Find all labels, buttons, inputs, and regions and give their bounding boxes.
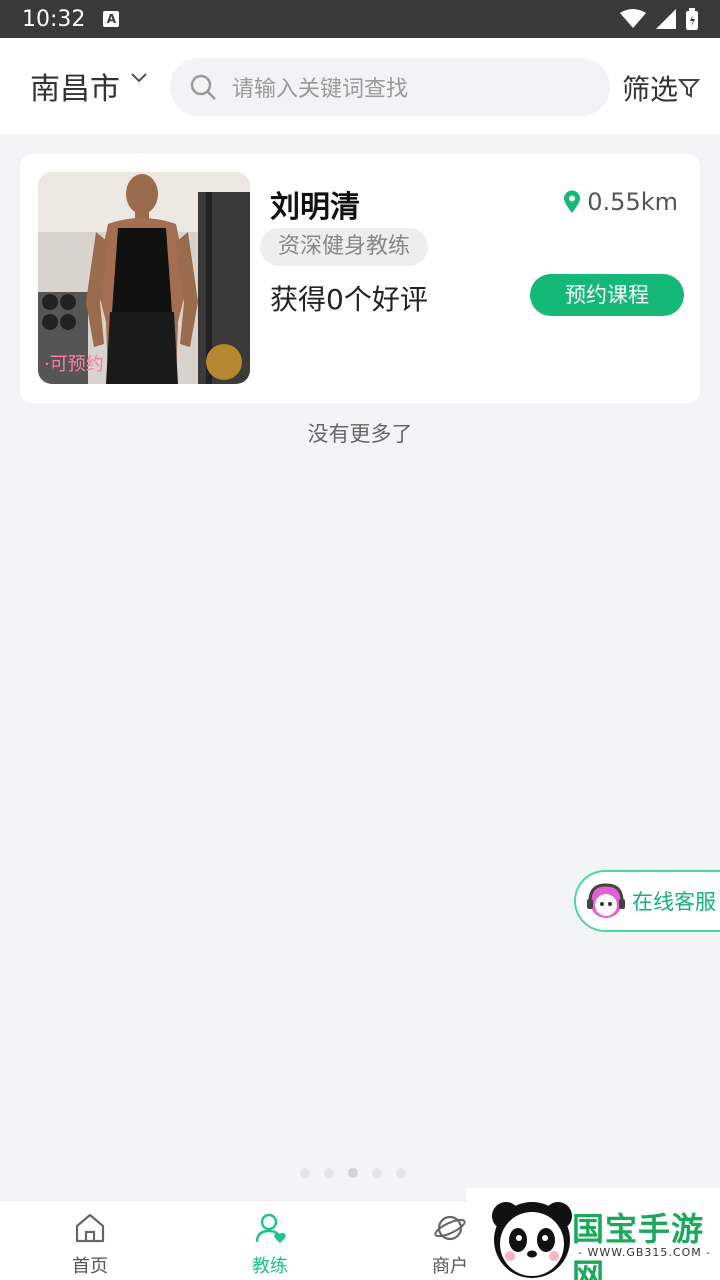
city-selector[interactable]: 南昌市 <box>30 64 148 108</box>
distance-value: 0.55km <box>587 188 678 216</box>
search-input[interactable]: 请输入关键词查找 <box>170 58 610 116</box>
coach-card[interactable]: ·可预约 刘明清 资深健身教练 获得0个好评 0.55km 预约课程 <box>20 154 700 403</box>
coach-reviews: 获得0个好评 <box>270 283 428 316</box>
planet-icon <box>434 1215 466 1241</box>
search-placeholder: 请输入关键词查找 <box>232 77 409 102</box>
filter-icon <box>678 79 701 98</box>
status-icons <box>620 8 698 30</box>
status-time: 10:32 <box>22 6 86 32</box>
status-bar: 10:32 A <box>0 0 720 38</box>
coach-name: 刘明清 <box>270 190 360 225</box>
pager-dot <box>396 1168 406 1178</box>
availability-badge: ·可预约 <box>44 354 104 375</box>
list-end-text: 没有更多了 <box>307 422 413 446</box>
watermark-url: - WWW.GB315.COM - <box>578 1246 712 1259</box>
tab-coach-label: 教练 <box>252 1256 288 1277</box>
home-icon <box>75 1213 105 1243</box>
city-label: 南昌市 <box>30 72 120 107</box>
battery-icon <box>686 8 698 30</box>
coach-photo: ·可预约 <box>38 172 250 384</box>
coach-distance: 0.55km <box>563 188 678 216</box>
site-watermark: 国宝手游网 - WWW.GB315.COM - <box>466 1188 720 1280</box>
pager-dot <box>324 1168 334 1178</box>
coach-title-tag: 资深健身教练 <box>260 228 429 266</box>
wifi-icon <box>620 9 646 28</box>
coach-icon <box>255 1213 286 1243</box>
tab-home-label: 首页 <box>72 1256 108 1277</box>
book-course-button[interactable]: 预约课程 <box>530 274 684 316</box>
tab-coach[interactable]: 教练 <box>225 1211 315 1278</box>
tab-home[interactable]: 首页 <box>45 1211 135 1278</box>
panda-logo <box>492 1202 572 1278</box>
watermark-name: 国宝手游网 <box>572 1210 705 1280</box>
service-avatar-icon <box>587 883 625 918</box>
pager-dot <box>300 1168 310 1178</box>
pager-dot-active <box>348 1168 358 1178</box>
notification-icon: A <box>103 11 120 27</box>
online-service-button[interactable]: 在线客服 <box>574 870 720 932</box>
filter-label: 筛选 <box>622 73 679 106</box>
pager-dot <box>372 1168 382 1178</box>
pager-dots <box>300 1168 406 1178</box>
chevron-down-icon <box>131 73 147 83</box>
search-icon <box>190 74 216 100</box>
signal-icon <box>656 9 676 29</box>
location-pin-icon <box>564 190 581 213</box>
header: 南昌市 请输入关键词查找 筛选 <box>0 38 720 134</box>
online-service-label: 在线客服 <box>632 890 716 914</box>
filter-button[interactable]: 筛选 <box>622 68 701 108</box>
